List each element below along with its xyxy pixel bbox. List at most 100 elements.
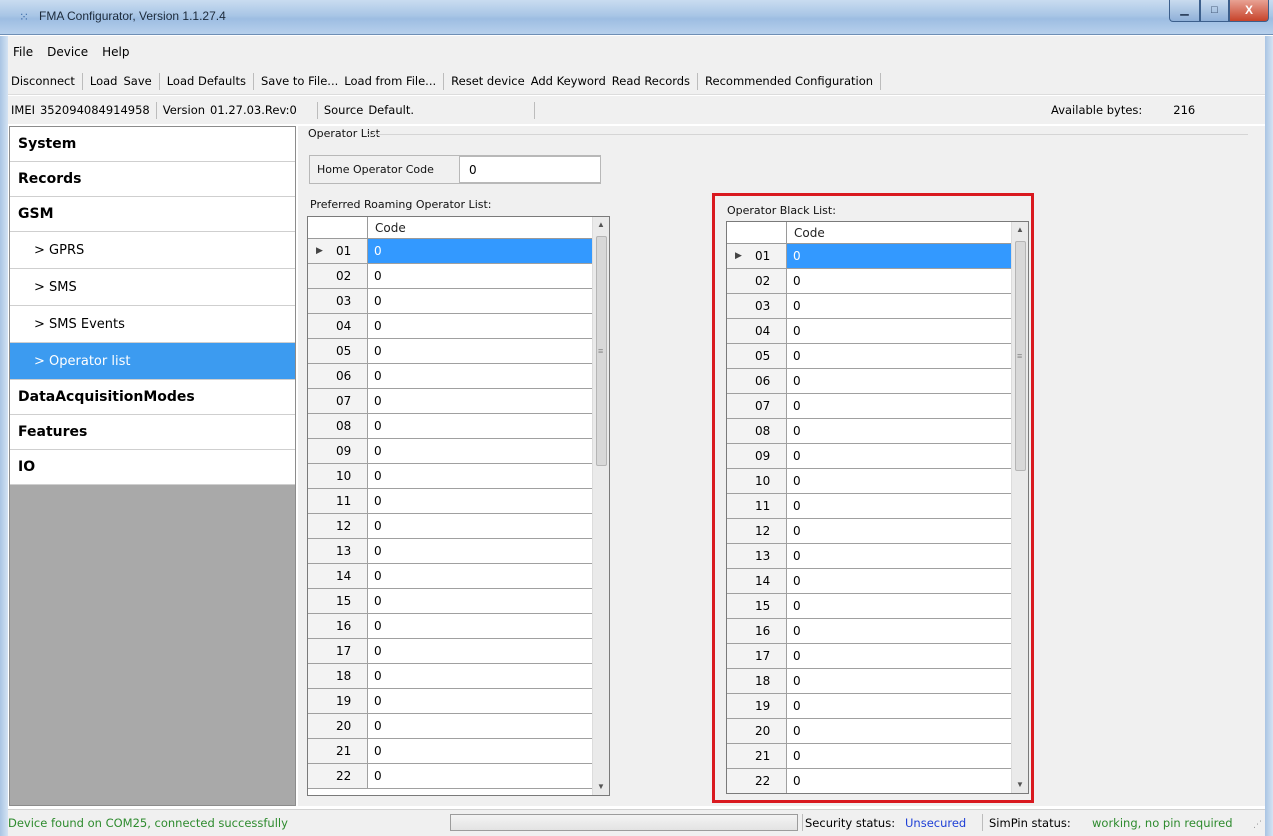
table-row[interactable]: 20 0 [308, 714, 594, 739]
add-keyword-button[interactable]: Add Keyword [531, 74, 606, 88]
code-cell[interactable]: 0 [368, 514, 594, 538]
sidebar-item-sms[interactable]: > SMS [10, 269, 295, 306]
sidebar-item-sms-events[interactable]: > SMS Events [10, 306, 295, 343]
row-header[interactable]: 19 [308, 689, 368, 713]
code-cell[interactable]: 0 [368, 664, 594, 688]
minimize-button[interactable]: ▁ [1169, 0, 1200, 22]
row-header[interactable]: 22 [308, 764, 368, 788]
scroll-down-icon[interactable]: ▼ [593, 779, 609, 795]
code-cell[interactable]: 0 [368, 539, 594, 563]
code-cell[interactable]: 0 [368, 264, 594, 288]
sidebar-item-operator-list[interactable]: > Operator list [10, 343, 295, 380]
row-header[interactable]: 11 [308, 489, 368, 513]
code-cell[interactable]: 0 [368, 289, 594, 313]
code-cell[interactable]: 0 [368, 414, 594, 438]
table-row[interactable]: 04 0 [308, 314, 594, 339]
table-row[interactable]: 13 0 [308, 539, 594, 564]
code-cell[interactable]: 0 [368, 314, 594, 338]
table-row[interactable]: 22 0 [308, 764, 594, 789]
row-header[interactable]: 06 [308, 364, 368, 388]
sidebar-item-dataacquisitionmodes[interactable]: DataAcquisitionModes [10, 380, 295, 415]
row-header[interactable]: 07 [308, 389, 368, 413]
menu-help[interactable]: Help [102, 45, 129, 59]
recommended-configuration-button[interactable]: Recommended Configuration [705, 74, 873, 88]
table-row[interactable]: 06 0 [308, 364, 594, 389]
table-row[interactable]: 09 0 [308, 439, 594, 464]
row-header[interactable]: ▶ 01 [308, 239, 368, 263]
sidebar-item-system[interactable]: System [10, 127, 295, 162]
sidebar-item-records[interactable]: Records [10, 162, 295, 197]
code-column-header[interactable]: Code [368, 217, 594, 238]
table-row[interactable]: 19 0 [308, 689, 594, 714]
table-row[interactable]: 05 0 [308, 339, 594, 364]
sidebar-item-gprs[interactable]: > GPRS [10, 232, 295, 269]
table-row[interactable]: 07 0 [308, 389, 594, 414]
row-header[interactable]: 14 [308, 564, 368, 588]
menu-file[interactable]: File [13, 45, 33, 59]
code-cell[interactable]: 0 [368, 639, 594, 663]
row-header[interactable]: 20 [308, 714, 368, 738]
load-from-file-button[interactable]: Load from File... [344, 74, 436, 88]
table-row[interactable]: 18 0 [308, 664, 594, 689]
table-row[interactable]: 08 0 [308, 414, 594, 439]
row-header[interactable]: 10 [308, 464, 368, 488]
code-cell[interactable]: 0 [368, 439, 594, 463]
code-cell[interactable]: 0 [368, 464, 594, 488]
read-records-button[interactable]: Read Records [612, 74, 690, 88]
load-button[interactable]: Load [90, 74, 118, 88]
code-cell[interactable]: 0 [368, 339, 594, 363]
save-to-file-button[interactable]: Save to File... [261, 74, 338, 88]
row-header[interactable]: 08 [308, 414, 368, 438]
row-header[interactable]: 05 [308, 339, 368, 363]
table-row[interactable]: 11 0 [308, 489, 594, 514]
code-cell[interactable]: 0 [368, 614, 594, 638]
table-row[interactable]: 03 0 [308, 289, 594, 314]
maximize-button[interactable]: □ [1200, 0, 1229, 22]
row-header[interactable]: 02 [308, 264, 368, 288]
row-header[interactable]: 04 [308, 314, 368, 338]
resize-grip-icon[interactable]: ⋰ [1253, 820, 1262, 830]
row-header[interactable]: 03 [308, 289, 368, 313]
menu-device[interactable]: Device [47, 45, 88, 59]
app-grid-icon: ⁙ [19, 10, 30, 24]
table-row[interactable]: 15 0 [308, 589, 594, 614]
table-row[interactable]: 17 0 [308, 639, 594, 664]
disconnect-button[interactable]: Disconnect [11, 74, 75, 88]
save-button[interactable]: Save [123, 74, 151, 88]
row-header[interactable]: 15 [308, 589, 368, 613]
code-cell[interactable]: 0 [368, 589, 594, 613]
table-row[interactable]: ▶ 01 0 [308, 239, 594, 264]
table-row[interactable]: 21 0 [308, 739, 594, 764]
table-row[interactable]: 10 0 [308, 464, 594, 489]
sidebar-item-features[interactable]: Features [10, 415, 295, 450]
row-header[interactable]: 21 [308, 739, 368, 763]
table-row[interactable]: 12 0 [308, 514, 594, 539]
code-cell[interactable]: 0 [368, 389, 594, 413]
row-header[interactable]: 12 [308, 514, 368, 538]
reset-device-button[interactable]: Reset device [451, 74, 525, 88]
code-cell[interactable]: 0 [368, 739, 594, 763]
scroll-up-icon[interactable]: ▲ [593, 217, 609, 233]
load-defaults-button[interactable]: Load Defaults [167, 74, 246, 88]
code-cell[interactable]: 0 [368, 564, 594, 588]
home-operator-input[interactable]: 0 [459, 156, 601, 183]
code-cell[interactable]: 0 [368, 764, 594, 788]
table-row[interactable]: 02 0 [308, 264, 594, 289]
row-header[interactable]: 16 [308, 614, 368, 638]
row-header[interactable]: 13 [308, 539, 368, 563]
table-row[interactable]: 16 0 [308, 614, 594, 639]
code-cell[interactable]: 0 [368, 714, 594, 738]
row-header[interactable]: 09 [308, 439, 368, 463]
code-cell[interactable]: 0 [368, 489, 594, 513]
code-cell[interactable]: 0 [368, 239, 594, 263]
roaming-operator-grid[interactable]: Code ▶ 01 0 02 0 03 0 04 0 05 0 06 0 07 0 08 0 09 0 10 0 11 0 1… [307, 216, 610, 796]
sidebar-item-gsm[interactable]: GSM [10, 197, 295, 232]
row-header[interactable]: 17 [308, 639, 368, 663]
code-cell[interactable]: 0 [368, 364, 594, 388]
sidebar-item-io[interactable]: IO [10, 450, 295, 485]
vertical-scrollbar[interactable]: ▲ ≡ ▼ [592, 217, 609, 795]
close-button[interactable]: X [1229, 0, 1269, 22]
table-row[interactable]: 14 0 [308, 564, 594, 589]
code-cell[interactable]: 0 [368, 689, 594, 713]
row-header[interactable]: 18 [308, 664, 368, 688]
